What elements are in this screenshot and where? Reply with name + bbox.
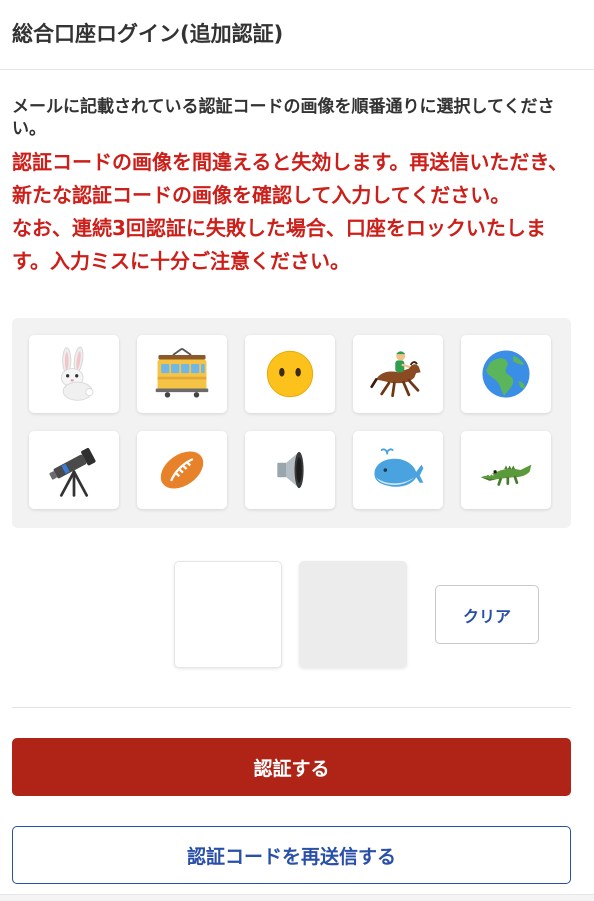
authenticate-button[interactable]: 認証する [12,738,571,796]
speaker-icon [277,451,304,489]
selected-image-slot-1 [174,561,282,668]
image-tile-telescope[interactable] [29,431,119,509]
warning-text-lockout: なお、連続3回認証に失敗した場合、口座をロックいたします。入力ミスに十分ご注意く… [12,216,546,273]
telescope-icon [49,448,96,497]
whale-icon [374,448,424,487]
image-tile-horse-racing[interactable] [353,335,443,413]
image-tile-tram[interactable] [137,335,227,413]
image-choice-grid [12,318,571,528]
face-without-mouth-icon [266,350,314,398]
page-title: 総合口座ログイン(追加認証) [12,22,284,46]
image-tile-rugby-ball[interactable] [137,431,227,509]
image-tile-globe[interactable] [461,335,551,413]
image-tile-whale[interactable] [353,431,443,509]
page-header: 総合口座ログイン(追加認証) [0,0,594,70]
resend-code-button[interactable]: 認証コードを再送信する [12,826,571,884]
section-divider [12,707,571,708]
instruction-text: メールに記載されている認証コードの画像を順番通りに選択してください。 [12,97,555,139]
warning-notice: 認証コードの画像を間違えると失効します。再送信いただき、新たな認証コードの画像を… [12,146,582,278]
tram-icon [155,347,209,398]
rugby-football-icon [160,451,204,489]
clear-button[interactable]: クリア [435,585,539,644]
selected-image-slot-2 [299,561,407,668]
rabbit-icon [60,346,94,401]
image-tile-crocodile[interactable] [461,431,551,509]
image-tile-rabbit[interactable] [29,335,119,413]
image-tile-speaker[interactable] [245,431,335,509]
horse-racing-icon [370,351,421,398]
image-tile-face[interactable] [245,335,335,413]
crocodile-icon [480,464,532,486]
globe-americas-icon [482,350,530,398]
warning-text-expiry: 認証コードの画像を間違えると失効します。再送信いただき、新たな認証コードの画像を… [12,150,568,207]
